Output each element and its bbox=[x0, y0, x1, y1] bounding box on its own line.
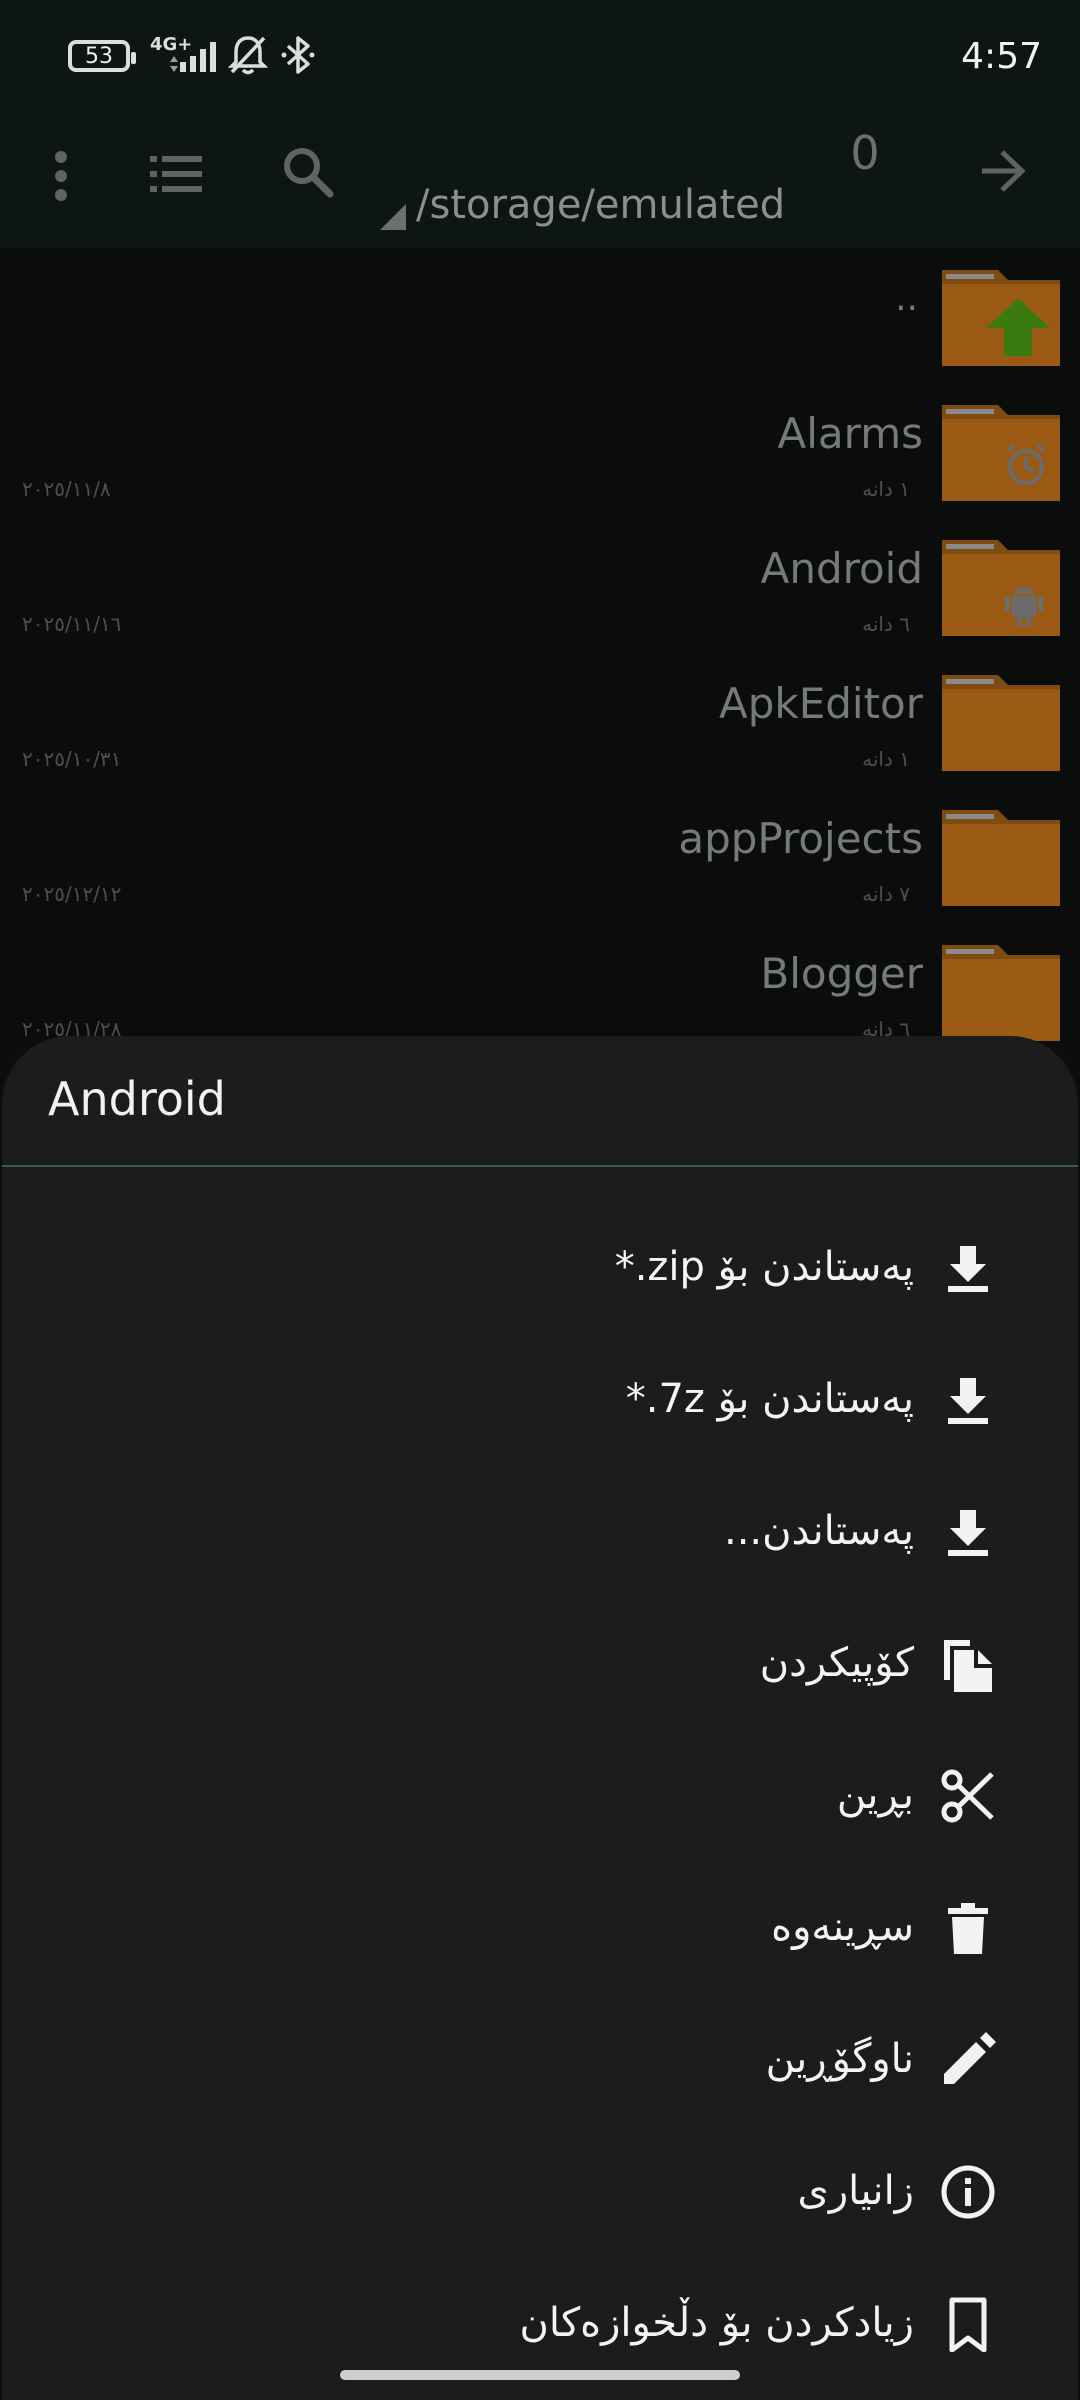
folder-name: Blogger bbox=[760, 949, 923, 998]
menu-item-copy[interactable]: کۆپیکردن bbox=[2, 1598, 1078, 1730]
bluetooth-icon bbox=[281, 36, 315, 74]
menu-item-label: بڕین bbox=[836, 1772, 914, 1818]
menu-item-label: زانیاری bbox=[797, 2168, 914, 2214]
menu-item-delete[interactable]: سڕینەوە bbox=[2, 1862, 1078, 1994]
selection-count: 0 bbox=[850, 126, 880, 180]
info-icon bbox=[941, 2165, 995, 2219]
list-item-android[interactable]: Android ٦ دانە ٢٠٢٥/١١/١٦ bbox=[0, 518, 1080, 653]
status-bar: 53 4G+ 4:57 bbox=[0, 0, 1080, 120]
menu-item-label: پەستاندن بۆ ‎*.zip bbox=[614, 1244, 914, 1290]
modified-date: ٢٠٢٥/١١/٨ bbox=[22, 477, 111, 501]
folder-icon bbox=[942, 675, 1060, 771]
menu-item-label: ناوگۆڕین bbox=[765, 2036, 914, 2082]
folder-name: Alarms bbox=[777, 409, 923, 458]
menu-item-label: پەستاندن بۆ ‎*.7z bbox=[625, 1376, 914, 1422]
pencil-icon bbox=[944, 2032, 996, 2084]
item-count: ١ دانە bbox=[862, 477, 910, 501]
battery-level: 53 bbox=[85, 43, 113, 69]
scissors-icon bbox=[941, 1769, 994, 1823]
bookmark-icon bbox=[949, 2297, 987, 2352]
menu-item-label: زیادکردن بۆ دڵخوازەکان bbox=[519, 2300, 914, 2346]
forward-arrow-icon[interactable] bbox=[978, 146, 1028, 196]
menu-item-cut[interactable]: بڕین bbox=[2, 1730, 1078, 1862]
folder-icon bbox=[942, 945, 1060, 1041]
more-vert-icon[interactable] bbox=[52, 148, 70, 204]
folder-icon bbox=[942, 810, 1060, 906]
path-dropdown-icon[interactable] bbox=[378, 202, 408, 232]
item-count: ١ دانە bbox=[862, 747, 910, 771]
sheet-title: Android bbox=[48, 1072, 226, 1126]
menu-item-compress-zip[interactable]: پەستاندن بۆ ‎*.zip bbox=[2, 1202, 1078, 1334]
folder-up-icon bbox=[942, 270, 1060, 366]
trash-icon bbox=[948, 1903, 988, 1954]
copy-icon bbox=[944, 1640, 992, 1692]
menu-item-label: کۆپیکردن bbox=[759, 1640, 914, 1686]
signal-icon bbox=[170, 42, 216, 72]
folder-alarm-icon bbox=[942, 405, 1060, 501]
parent-dir-label: .. bbox=[895, 278, 918, 319]
file-list: .. Alarms ١ دانە ٢٠٢٥/١١/٨ Android ٦ دان… bbox=[0, 248, 1080, 1041]
modified-date: ٢٠٢٥/١٠/٣١ bbox=[22, 747, 122, 771]
download-icon bbox=[948, 1378, 988, 1424]
current-path[interactable]: /storage/emulated bbox=[416, 182, 785, 228]
clock: 4:57 bbox=[961, 36, 1042, 77]
list-item-appprojects[interactable]: appProjects ٧ دانە ٢٠٢٥/١٢/١٢ bbox=[0, 788, 1080, 923]
search-icon[interactable] bbox=[280, 144, 336, 200]
bell-muted-icon bbox=[228, 36, 268, 75]
item-count: ٦ دانە bbox=[862, 612, 910, 636]
list-item-parent[interactable]: .. bbox=[0, 248, 1080, 383]
battery-indicator: 53 bbox=[68, 40, 136, 72]
menu-item-label: پەستاندن... bbox=[724, 1508, 914, 1554]
modified-date: ٢٠٢٥/١٢/١٢ bbox=[22, 882, 122, 906]
menu-item-info[interactable]: زانیاری bbox=[2, 2126, 1078, 2258]
list-item-apkeditor[interactable]: ApkEditor ١ دانە ٢٠٢٥/١٠/٣١ bbox=[0, 653, 1080, 788]
menu-item-compress[interactable]: پەستاندن... bbox=[2, 1466, 1078, 1598]
folder-name: appProjects bbox=[678, 814, 923, 863]
divider bbox=[2, 1165, 1078, 1167]
toolbar: 0 /storage/emulated bbox=[0, 120, 1080, 248]
menu-item-rename[interactable]: ناوگۆڕین bbox=[2, 1994, 1078, 2126]
item-count: ٧ دانە bbox=[862, 882, 910, 906]
list-item-alarms[interactable]: Alarms ١ دانە ٢٠٢٥/١١/٨ bbox=[0, 383, 1080, 518]
folder-android-icon bbox=[942, 540, 1060, 636]
menu-item-label: سڕینەوە bbox=[771, 1904, 914, 1950]
download-icon bbox=[948, 1246, 988, 1292]
folder-name: ApkEditor bbox=[718, 679, 923, 728]
modified-date: ٢٠٢٥/١١/١٦ bbox=[22, 612, 122, 636]
menu-item-compress-7z[interactable]: پەستاندن بۆ ‎*.7z bbox=[2, 1334, 1078, 1466]
list-view-icon[interactable] bbox=[150, 154, 204, 194]
context-menu-sheet: Android پەستاندن بۆ ‎*.zip پەستاندن بۆ ‎… bbox=[2, 1036, 1078, 2400]
download-icon bbox=[948, 1510, 988, 1556]
folder-name: Android bbox=[760, 544, 923, 593]
home-indicator[interactable] bbox=[340, 2370, 740, 2380]
